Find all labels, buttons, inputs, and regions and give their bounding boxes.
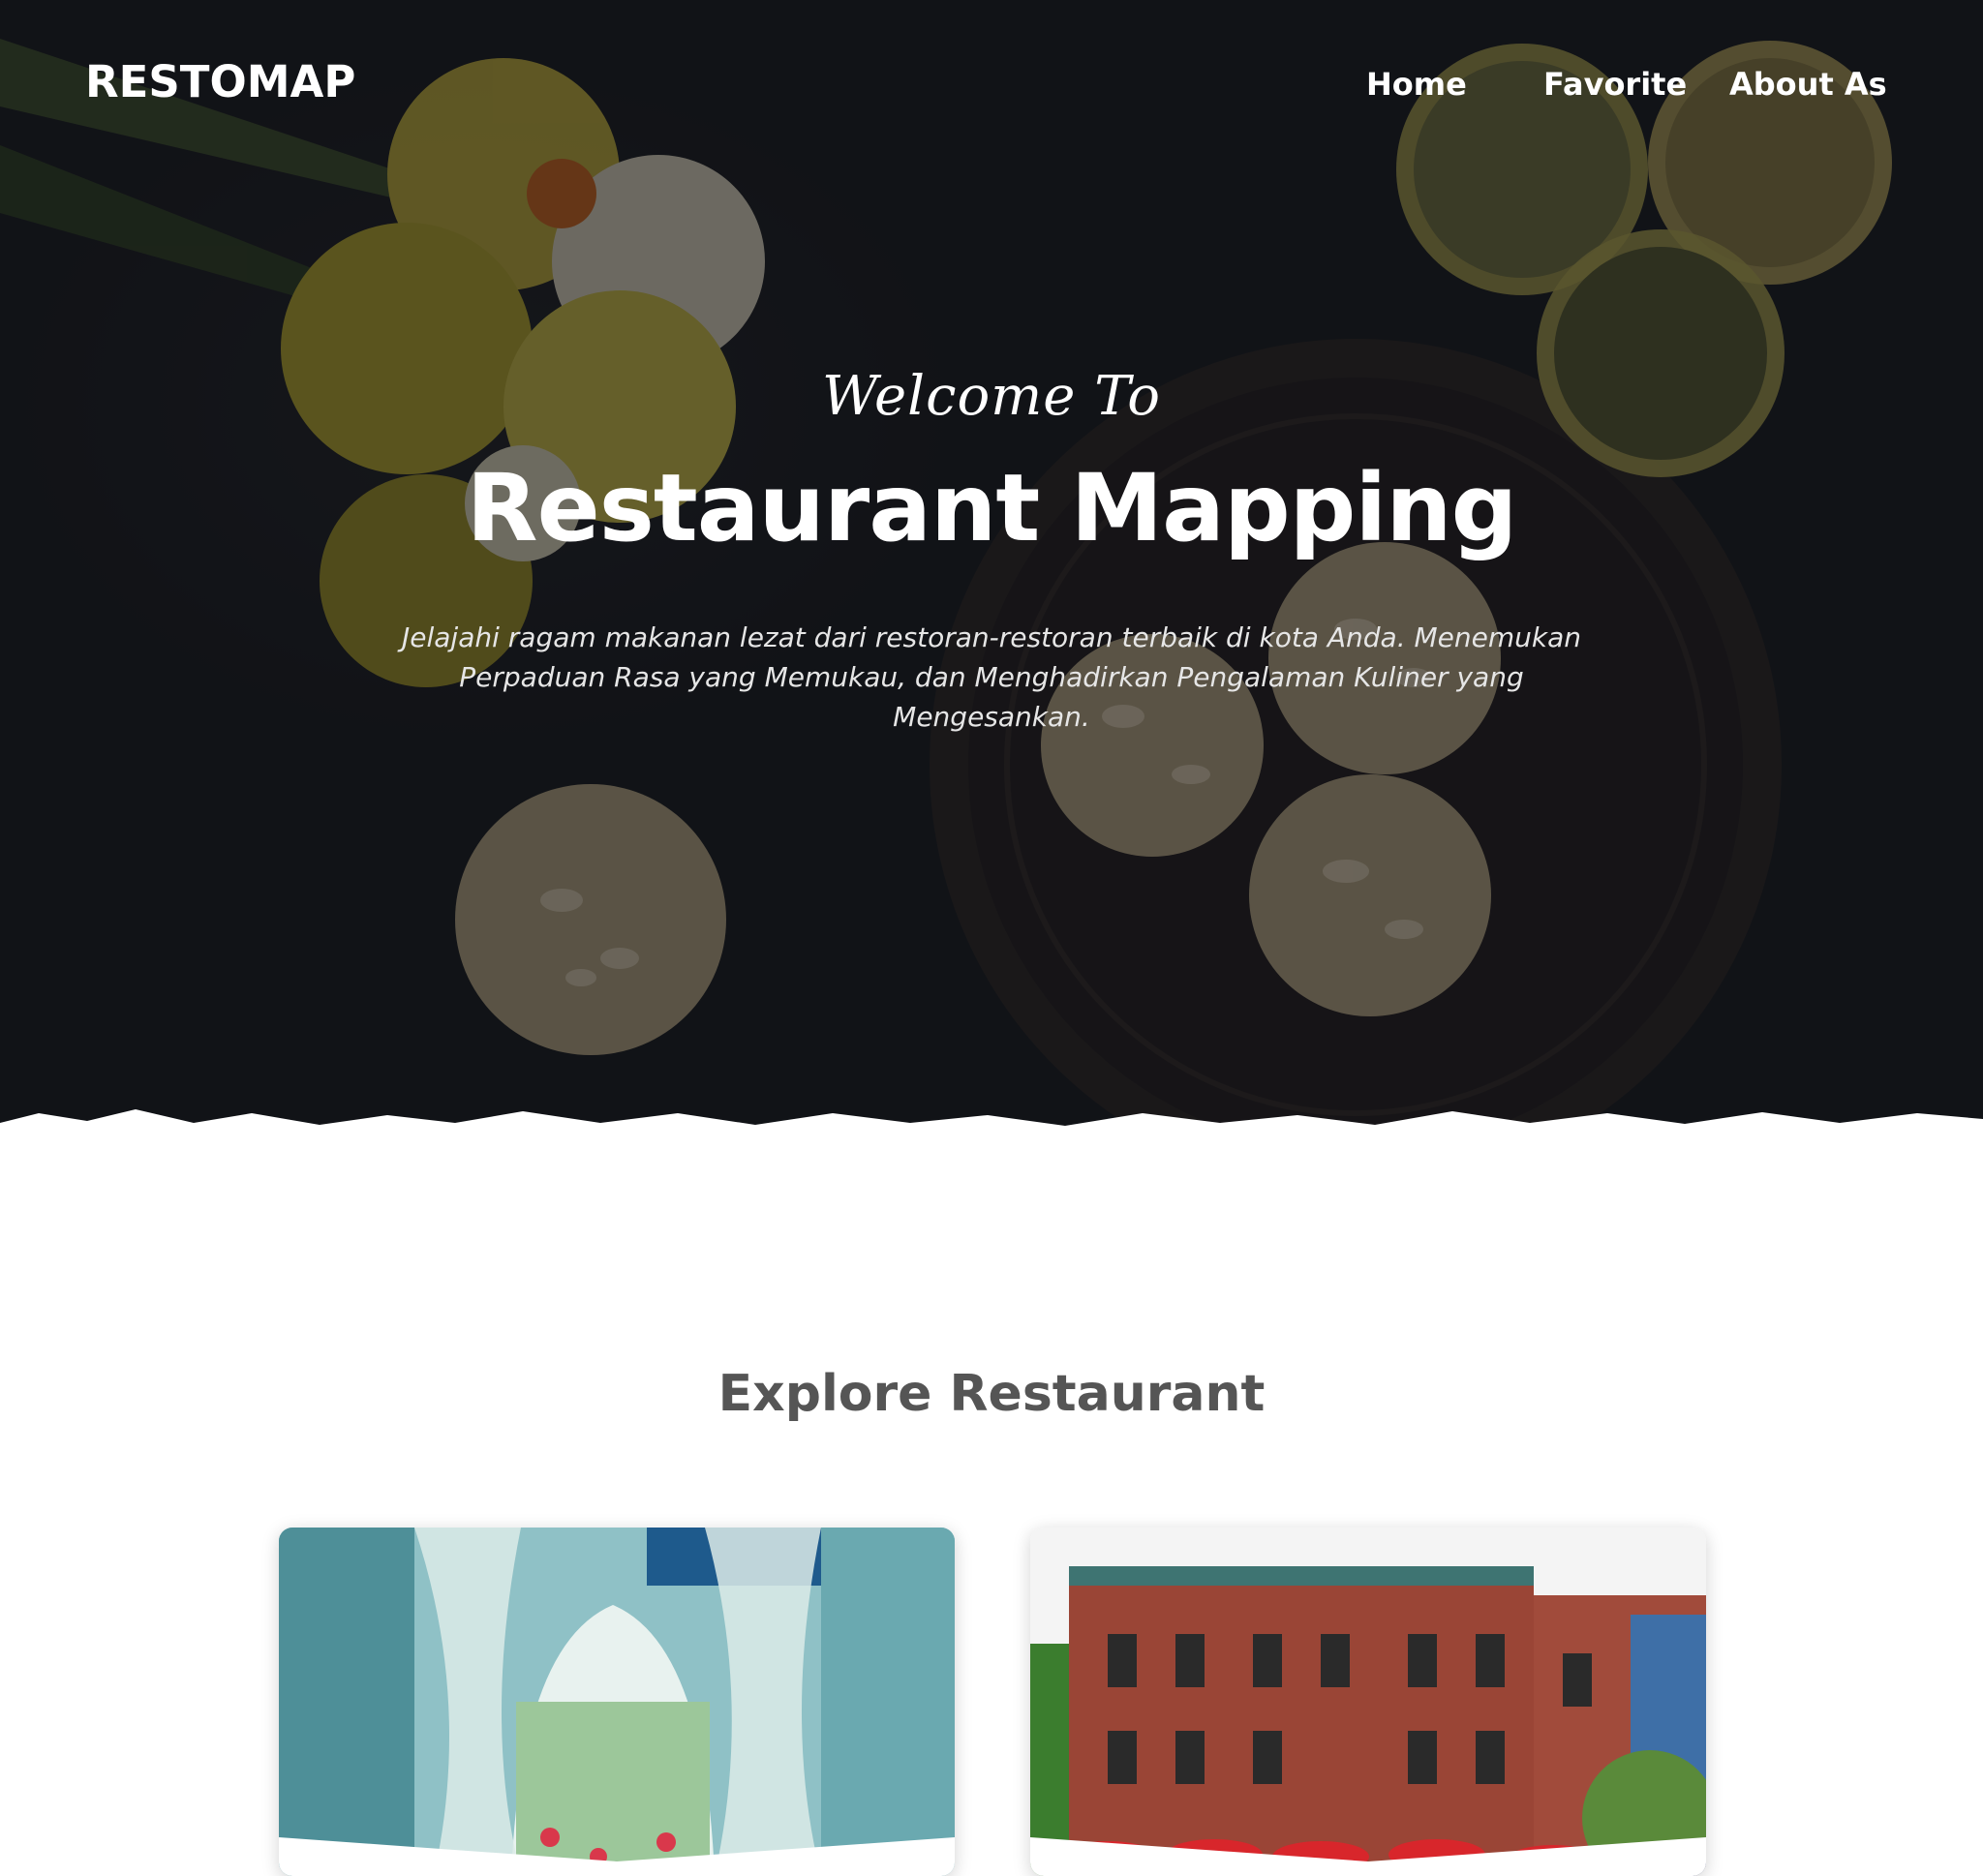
nav-about-link[interactable]: About As — [1729, 66, 1887, 103]
hero-description: Jelajahi ragam makanan lezat dari restor… — [402, 621, 1581, 733]
hero-title: Restaurant Mapping — [466, 454, 1518, 562]
restaurant-card[interactable] — [1030, 1528, 1706, 1876]
restaurant-card[interactable] — [279, 1528, 955, 1876]
brand-logo[interactable]: RESTOMAP — [85, 56, 355, 107]
restaurant-image — [1030, 1528, 1706, 1876]
navbar: RESTOMAP Home Favorite About As — [0, 0, 1983, 174]
explore-section-title: Explore Restaurant — [717, 1365, 1266, 1423]
hero-welcome-text: Welcome To — [822, 365, 1161, 428]
nav-home-link[interactable]: Home — [1366, 66, 1467, 103]
hero-content: Welcome To Restaurant Mapping Jelajahi r… — [0, 358, 1983, 737]
nav-favorite-link[interactable]: Favorite — [1543, 66, 1687, 103]
hero-section: RESTOMAP Home Favorite About As Welcome … — [0, 0, 1983, 1162]
restaurant-image — [279, 1528, 955, 1876]
